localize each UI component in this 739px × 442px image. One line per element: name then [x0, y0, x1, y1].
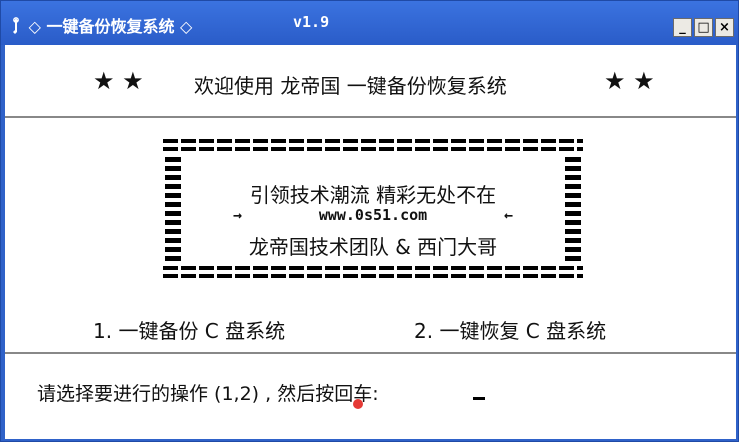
banner-border-bottom [163, 264, 583, 280]
maximize-button[interactable]: □ [694, 18, 713, 37]
close-button[interactable]: × [715, 18, 734, 37]
stars-left: ★ ★ [93, 67, 144, 95]
divider [5, 352, 736, 354]
banner-box: 引领技术潮流 精彩无处不在 → www.0s51.com ← 龙帝国技术团队 &… [163, 137, 583, 282]
welcome-text: 欢迎使用 龙帝国 一键备份恢复系统 [194, 74, 507, 98]
title-bar[interactable]: ◇ 一键备份恢复系统 ◇ v1.9 _ □ × [1, 1, 738, 45]
banner-site-row: → www.0s51.com ← [233, 206, 513, 224]
option-restore: 2. 一键恢复 C 盘系统 [414, 319, 607, 343]
console-client-area[interactable]: ★ ★ 欢迎使用 龙帝国 一键备份恢复系统 ★ ★ 引领技术潮流 精彩无处不在 … [5, 45, 736, 439]
window-version: v1.9 [293, 13, 330, 31]
minimize-button[interactable]: _ [673, 18, 692, 37]
console-window: ◇ 一键备份恢复系统 ◇ v1.9 _ □ × ★ ★ 欢迎使用 龙帝国 一键备… [0, 0, 739, 442]
pointer-marker [353, 399, 363, 409]
window-title: ◇ 一键备份恢复系统 ◇ [9, 13, 192, 37]
arrow-left-icon: ← [503, 206, 513, 224]
text-cursor[interactable] [473, 397, 485, 400]
header-section: ★ ★ 欢迎使用 龙帝国 一键备份恢复系统 ★ ★ [5, 45, 736, 118]
banner-site: www.0s51.com [318, 206, 428, 224]
stars-right: ★ ★ [604, 67, 655, 95]
window-controls: _ □ × [673, 18, 734, 37]
banner-border-top [163, 137, 583, 153]
tool-icon [13, 17, 19, 34]
arrow-right-icon: → [233, 206, 243, 224]
banner-team: 龙帝国技术团队 & 西门大哥 [248, 235, 498, 259]
input-prompt: 请选择要进行的操作 (1,2) , 然后按回车: [37, 383, 379, 405]
banner-slogan: 引领技术潮流 精彩无处不在 [249, 183, 497, 207]
option-backup: 1. 一键备份 C 盘系统 [93, 319, 286, 343]
window-title-text: ◇ 一键备份恢复系统 ◇ [28, 17, 193, 36]
